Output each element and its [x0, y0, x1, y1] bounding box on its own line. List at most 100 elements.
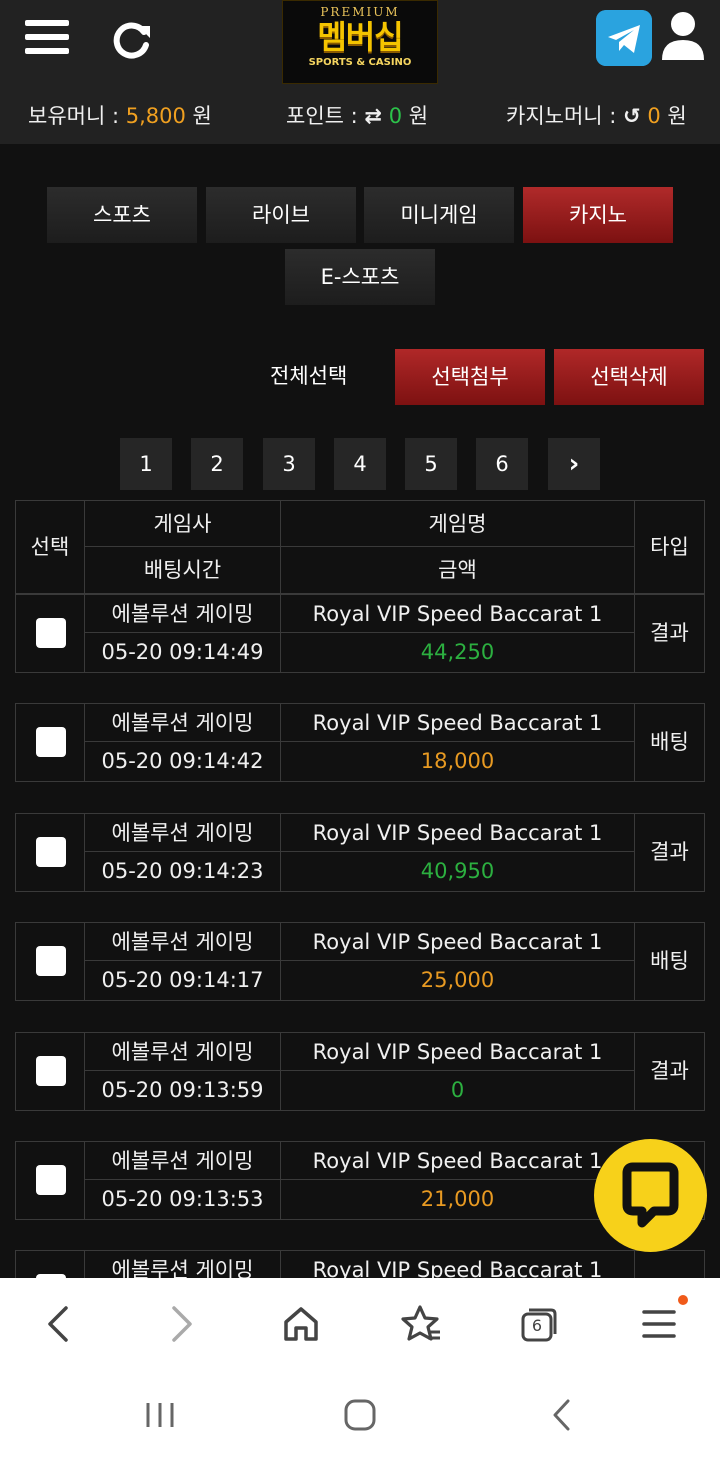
- bookmarks-icon[interactable]: [400, 1304, 442, 1344]
- logo-brand-text: 멤버십: [317, 18, 403, 56]
- live-chat-button[interactable]: [594, 1139, 707, 1252]
- header-type: 타입: [650, 535, 689, 559]
- table-row: 에볼루션 게이밍 05-20 09:13:59 Royal VIP Speed …: [15, 1032, 705, 1111]
- row-game-name: Royal VIP Speed Baccarat 1: [281, 923, 635, 961]
- row-checkbox[interactable]: [36, 1165, 66, 1195]
- recent-apps-icon[interactable]: [144, 1400, 176, 1430]
- tabs-button[interactable]: 6: [520, 1306, 558, 1342]
- row-type: 결과: [650, 840, 689, 864]
- exchange-icon[interactable]: ⇄: [364, 104, 382, 128]
- telegram-icon[interactable]: [596, 10, 652, 66]
- row-amount: 40,950: [281, 852, 635, 891]
- row-game-name: Royal VIP Speed Baccarat 1: [281, 814, 635, 852]
- row-amount: 21,000: [281, 1180, 635, 1219]
- point-value: 0: [388, 104, 403, 128]
- tab-minigame[interactable]: 미니게임: [364, 187, 514, 243]
- row-provider: 에볼루션 게이밍: [85, 1033, 281, 1071]
- row-provider: 에볼루션 게이밍: [85, 704, 281, 742]
- user-icon[interactable]: [660, 10, 706, 62]
- row-type: 결과: [650, 621, 689, 645]
- row-amount: 0: [281, 1071, 635, 1110]
- row-game-name: Royal VIP Speed Baccarat 1: [281, 595, 635, 633]
- tab-esports[interactable]: E-스포츠: [285, 249, 435, 305]
- browser-toolbar: 6: [0, 1278, 720, 1370]
- system-nav-bar: [0, 1370, 720, 1458]
- page-6[interactable]: 6: [476, 438, 528, 490]
- point-balance: 포인트 : ⇄ 0 원: [286, 100, 428, 130]
- home-nav-icon[interactable]: [343, 1398, 377, 1432]
- tab-casino[interactable]: 카지노: [523, 187, 673, 243]
- row-game-name: Royal VIP Speed Baccarat 1: [281, 704, 635, 742]
- casino-unit: 원: [660, 104, 687, 128]
- page-5[interactable]: 5: [405, 438, 457, 490]
- point-unit: 원: [402, 104, 429, 128]
- row-bet-time: 05-20 09:14:23: [85, 852, 281, 891]
- logo-sub-text: SPORTS & CASINO: [308, 57, 412, 68]
- row-checkbox[interactable]: [36, 837, 66, 867]
- page-3[interactable]: 3: [263, 438, 315, 490]
- row-amount: 25,000: [281, 961, 635, 1000]
- delete-selected-button[interactable]: 선택삭제: [554, 349, 704, 405]
- money-unit: 원: [185, 104, 212, 128]
- table-header: 선택 게임사 배팅시간 게임명 금액 타입: [15, 500, 705, 594]
- row-bet-time: 05-20 09:13:53: [85, 1180, 281, 1219]
- header-game-name: 게임명: [281, 501, 635, 547]
- row-bet-time: 05-20 09:14:17: [85, 961, 281, 1000]
- money-label: 보유머니 :: [28, 104, 126, 128]
- header-provider: 게임사: [85, 501, 281, 547]
- page-4[interactable]: 4: [334, 438, 386, 490]
- row-checkbox[interactable]: [36, 946, 66, 976]
- row-amount: 44,250: [281, 633, 635, 672]
- table-row: 에볼루션 게이밍 05-20 09:14:49 Royal VIP Speed …: [15, 594, 705, 673]
- row-type: 배팅: [650, 730, 689, 754]
- attach-selected-button[interactable]: 선택첨부: [395, 349, 545, 405]
- logo-premium-text: PREMIUM: [320, 5, 400, 19]
- casino-label: 카지노머니 :: [506, 104, 624, 128]
- money-balance: 보유머니 : 5,800 원: [28, 100, 212, 130]
- row-game-name: Royal VIP Speed Baccarat 1: [281, 1033, 635, 1071]
- forward-icon[interactable]: [166, 1304, 196, 1344]
- tab-sports[interactable]: 스포츠: [47, 187, 197, 243]
- page-next-button[interactable]: ›: [548, 438, 600, 490]
- tab-count: 6: [531, 1316, 543, 1335]
- header-bet-time: 배팅시간: [85, 547, 281, 593]
- row-checkbox[interactable]: [36, 727, 66, 757]
- tab-live[interactable]: 라이브: [206, 187, 356, 243]
- chat-icon: [622, 1162, 679, 1228]
- menu-icon[interactable]: [25, 20, 69, 58]
- balance-bar: 보유머니 : 5,800 원 포인트 : ⇄ 0 원 카지노머니 : ↺ 0 원: [0, 88, 720, 144]
- point-label: 포인트 :: [286, 104, 365, 128]
- table-row: 에볼루션 게이밍 05-20 09:14:23 Royal VIP Speed …: [15, 813, 705, 892]
- reload-icon[interactable]: ↺: [623, 104, 641, 128]
- row-type: 배팅: [650, 949, 689, 973]
- row-checkbox[interactable]: [36, 1056, 66, 1086]
- row-bet-time: 05-20 09:13:59: [85, 1071, 281, 1110]
- table-row: 에볼루션 게이밍 05-20 09:14:42 Royal VIP Speed …: [15, 703, 705, 782]
- row-amount: 18,000: [281, 742, 635, 781]
- top-header: PREMIUM 멤버십 SPORTS & CASINO: [0, 0, 720, 88]
- casino-value: 0: [647, 104, 661, 128]
- casino-balance: 카지노머니 : ↺ 0 원: [506, 100, 687, 130]
- row-type: 결과: [650, 1059, 689, 1083]
- row-provider: 에볼루션 게이밍: [85, 923, 281, 961]
- table-row: 에볼루션 게이밍 05-20 09:14:17 Royal VIP Speed …: [15, 922, 705, 1001]
- money-value: 5,800: [125, 104, 186, 128]
- select-all-button[interactable]: 전체선택: [270, 360, 347, 390]
- row-bet-time: 05-20 09:14:49: [85, 633, 281, 672]
- home-icon[interactable]: [282, 1306, 320, 1342]
- row-provider: 에볼루션 게이밍: [85, 1142, 281, 1180]
- row-provider: 에볼루션 게이밍: [85, 814, 281, 852]
- site-logo[interactable]: PREMIUM 멤버십 SPORTS & CASINO: [282, 0, 438, 84]
- back-icon[interactable]: [44, 1304, 74, 1344]
- header-select: 선택: [16, 501, 85, 593]
- row-provider: 에볼루션 게이밍: [85, 595, 281, 633]
- row-checkbox-box[interactable]: [36, 618, 66, 648]
- menu-icon[interactable]: [640, 1290, 692, 1346]
- page-2[interactable]: 2: [191, 438, 243, 490]
- row-bet-time: 05-20 09:14:42: [85, 742, 281, 781]
- page-1[interactable]: 1: [120, 438, 172, 490]
- header-amount: 금액: [281, 547, 635, 593]
- refresh-icon[interactable]: [108, 18, 154, 64]
- row-game-name: Royal VIP Speed Baccarat 1: [281, 1142, 635, 1180]
- back-nav-icon[interactable]: [550, 1398, 574, 1432]
